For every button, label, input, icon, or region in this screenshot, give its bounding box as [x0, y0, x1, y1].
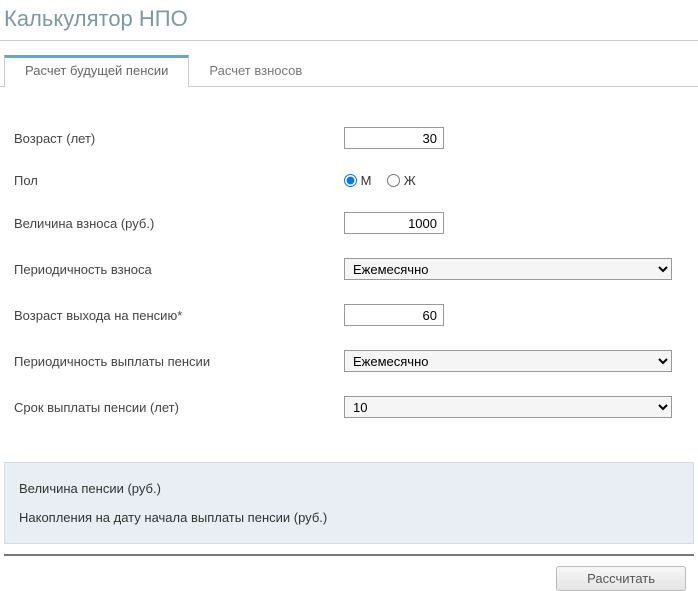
tab-pension[interactable]: Расчет будущей пенсии — [4, 55, 189, 87]
calculate-button[interactable]: Рассчитать — [556, 566, 686, 591]
radio-label-f[interactable]: Ж — [387, 173, 416, 188]
row-retire-age: Возраст выхода на пенсию* — [14, 304, 684, 326]
tab-contributions[interactable]: Расчет взносов — [189, 55, 322, 86]
radio-label-m[interactable]: М — [344, 173, 375, 188]
label-freq-contrib: Периодичность взноса — [14, 262, 344, 277]
label-amount: Величина взноса (руб.) — [14, 216, 344, 231]
label-retire-age: Возраст выхода на пенсию* — [14, 308, 344, 323]
result-pension-amount: Величина пенсии (руб.) — [19, 481, 679, 496]
row-amount: Величина взноса (руб.) — [14, 212, 684, 234]
radio-m[interactable] — [344, 174, 357, 187]
label-age: Возраст (лет) — [14, 131, 344, 146]
input-retire-age[interactable] — [344, 304, 444, 326]
select-term[interactable]: 10 — [344, 396, 672, 418]
row-gender: Пол М Ж — [14, 173, 684, 188]
radio-text-f: Ж — [404, 173, 416, 188]
row-age: Возраст (лет) — [14, 127, 684, 149]
result-savings: Накопления на дату начала выплаты пенсии… — [19, 510, 679, 525]
form: Возраст (лет) Пол М Ж Величина взноса (р… — [0, 87, 698, 452]
select-freq-payout[interactable]: Ежемесячно — [344, 350, 672, 372]
result-box: Величина пенсии (руб.) Накопления на дат… — [4, 462, 694, 544]
label-gender: Пол — [14, 173, 344, 188]
label-term: Срок выплаты пенсии (лет) — [14, 400, 344, 415]
page-title: Калькулятор НПО — [0, 0, 698, 40]
select-freq-contrib[interactable]: Ежемесячно — [344, 258, 672, 280]
radio-f[interactable] — [387, 174, 400, 187]
row-freq-payout: Периодичность выплаты пенсии Ежемесячно — [14, 350, 684, 372]
radio-text-m: М — [361, 173, 372, 188]
input-age[interactable] — [344, 127, 444, 149]
divider-top — [0, 40, 698, 41]
divider-bottom — [4, 554, 694, 556]
row-freq-contrib: Периодичность взноса Ежемесячно — [14, 258, 684, 280]
input-amount[interactable] — [344, 212, 444, 234]
actions: Рассчитать — [0, 566, 698, 591]
label-freq-payout: Периодичность выплаты пенсии — [14, 354, 344, 369]
tabs: Расчет будущей пенсии Расчет взносов — [0, 55, 698, 87]
row-term: Срок выплаты пенсии (лет) 10 — [14, 396, 684, 418]
